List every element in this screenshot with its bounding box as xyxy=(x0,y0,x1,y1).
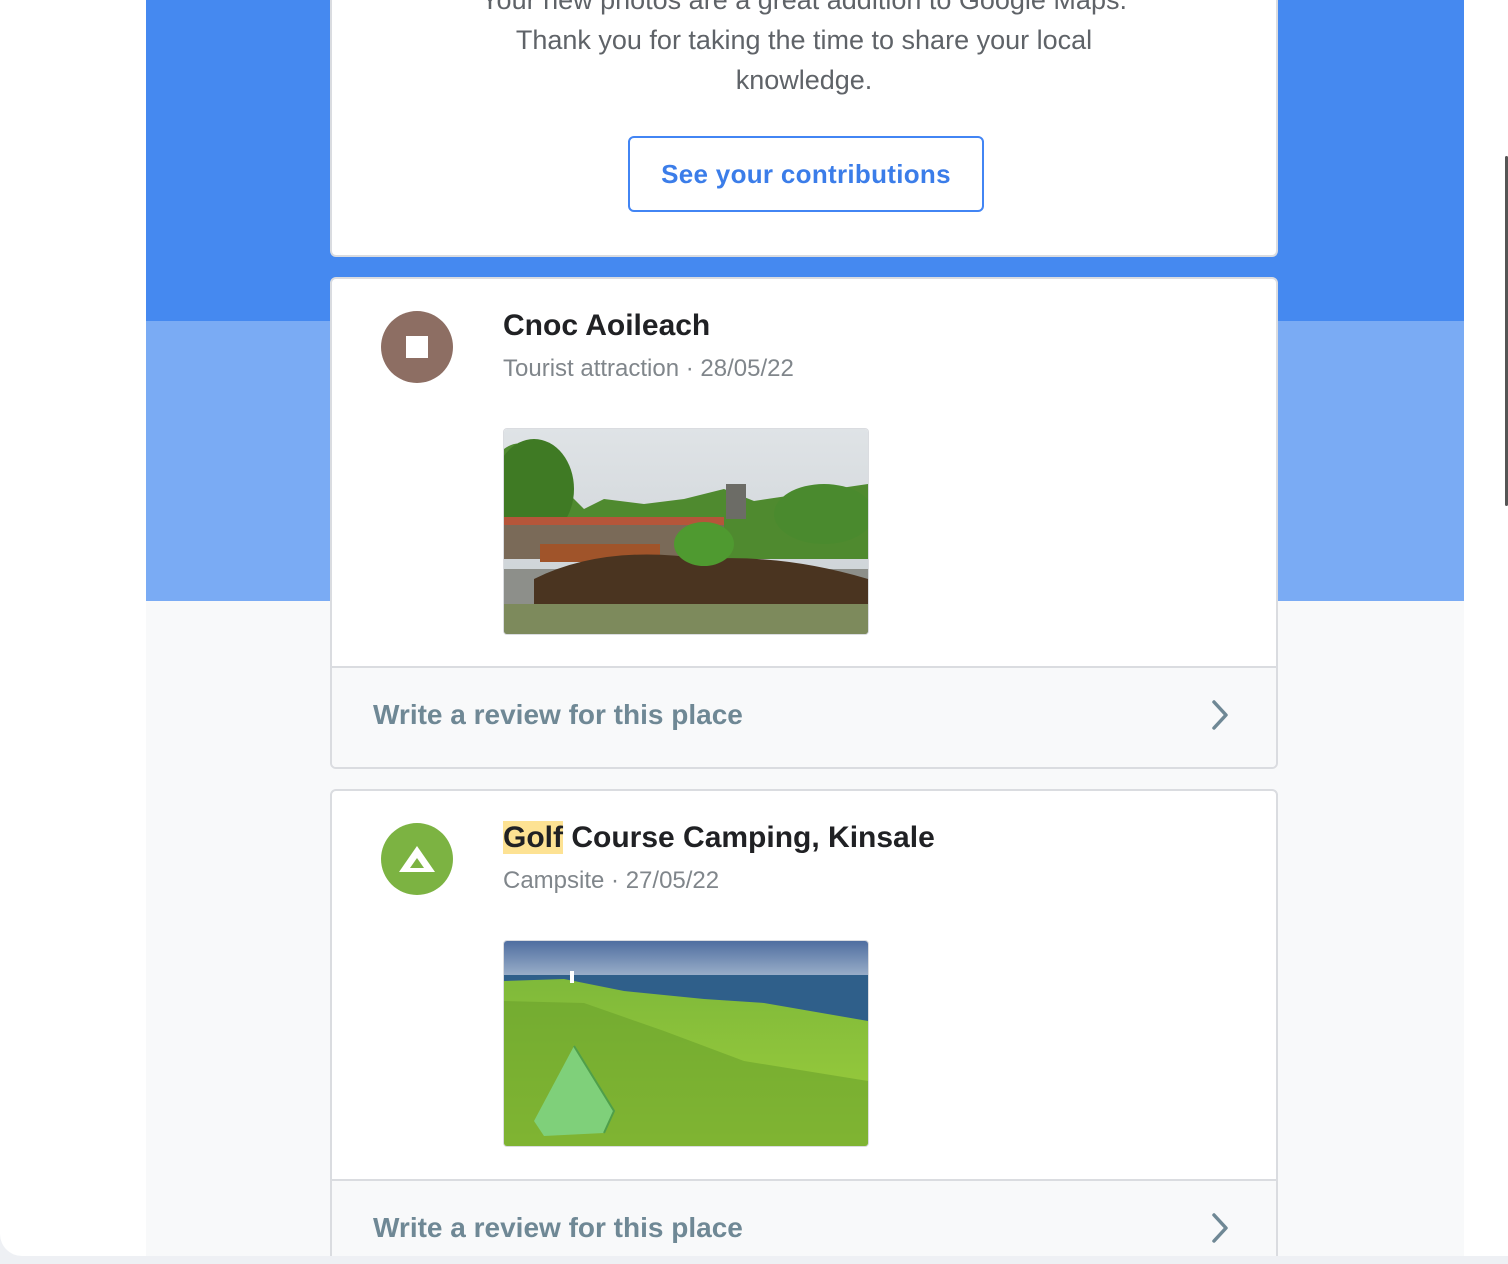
place-photo[interactable] xyxy=(503,940,869,1147)
place-meta: Tourist attraction · 28/05/22 xyxy=(503,355,794,383)
chevron-right-icon xyxy=(1212,1213,1228,1243)
see-contributions-button[interactable]: See your contributions xyxy=(628,136,984,212)
place-category: Campsite xyxy=(503,867,605,894)
photo-scenery xyxy=(504,941,868,1146)
write-review-link[interactable]: Write a review for this place xyxy=(373,699,743,731)
meta-separator: · xyxy=(604,867,626,894)
name-text: Course Camping, Kinsale xyxy=(563,821,935,854)
confirmation-line: Your new photos are a great addition to … xyxy=(481,0,1127,15)
place-date: 27/05/22 xyxy=(625,867,720,894)
place-name[interactable]: Cnoc Aoileach xyxy=(503,309,710,343)
place-category-icon xyxy=(381,823,453,895)
place-photo[interactable] xyxy=(503,428,869,635)
write-review-row[interactable]: Write a review for this place xyxy=(332,666,1276,767)
chevron-right-icon xyxy=(1212,700,1228,730)
email-viewport: Your new photos are a great addition to … xyxy=(0,0,1508,1256)
meta-separator: · xyxy=(679,355,701,382)
place-date: 28/05/22 xyxy=(700,355,794,382)
confirmation-card: Your new photos are a great addition to … xyxy=(330,0,1278,257)
photo-scenery xyxy=(504,429,868,634)
tent-icon xyxy=(399,846,435,872)
place-name[interactable]: Golf Course Camping, Kinsale xyxy=(503,821,935,855)
place-category-icon xyxy=(381,311,453,383)
write-review-row[interactable]: Write a review for this place xyxy=(332,1179,1276,1256)
place-card: Golf Course Camping, Kinsale Campsite · … xyxy=(330,789,1278,1256)
name-highlight: Golf xyxy=(503,821,563,854)
confirmation-line: Thank you for taking the time to share y… xyxy=(515,25,1093,55)
place-meta: Campsite · 27/05/22 xyxy=(503,867,719,895)
confirmation-line: knowledge. xyxy=(735,65,873,95)
place-category: Tourist attraction xyxy=(503,355,680,382)
write-review-link[interactable]: Write a review for this place xyxy=(373,1212,743,1244)
place-card: Cnoc Aoileach Tourist attraction · 28/05… xyxy=(330,277,1278,769)
name-text: Cnoc Aoileach xyxy=(503,309,711,342)
square-icon xyxy=(406,336,428,358)
confirmation-message: Your new photos are a great addition to … xyxy=(332,0,1276,100)
